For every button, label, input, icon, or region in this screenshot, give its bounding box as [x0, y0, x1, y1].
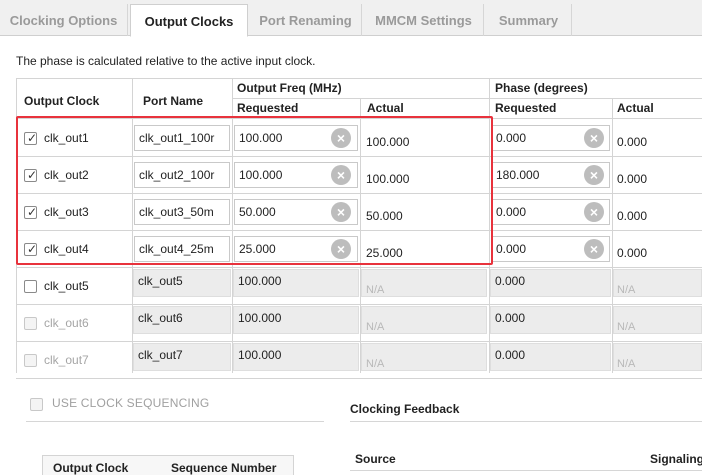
tab-port-renaming[interactable]: Port Renaming	[250, 4, 362, 36]
output-clock-checkbox[interactable]	[24, 354, 37, 367]
check-icon: ✓	[27, 205, 38, 219]
check-icon: ✓	[27, 131, 38, 145]
grid-line	[16, 156, 702, 157]
freq-actual-value: N/A	[366, 358, 385, 370]
output-clock-label: clk_out1	[44, 131, 89, 145]
grid-line	[16, 341, 702, 342]
output-clock-checkbox[interactable]: ✓	[24, 168, 38, 182]
phase-actual-value: 0.000	[617, 172, 648, 186]
feedback-header-line	[350, 470, 702, 471]
grid-line	[16, 118, 702, 119]
seq-header-sequence-number: Sequence Number	[171, 461, 277, 475]
clear-icon[interactable]: ×	[584, 239, 604, 259]
port-name-input[interactable]: clk_out2_100r	[134, 162, 230, 188]
clock-sequencing-label: USE CLOCK SEQUENCING	[52, 396, 210, 410]
header-port-name: Port Name	[143, 94, 204, 108]
grid-line	[16, 78, 702, 79]
clear-icon[interactable]: ×	[331, 165, 351, 185]
header-phase: Phase (degrees)	[495, 81, 588, 95]
header-output-clock: Output Clock	[24, 94, 100, 108]
feedback-source-label: Source	[355, 452, 396, 466]
phase-requested-label: 0.000	[495, 311, 526, 325]
header-phase-requested: Requested	[495, 101, 557, 115]
port-name-label: clk_out5	[138, 274, 183, 288]
freq-requested-label: 100.000	[238, 311, 282, 325]
phase-actual-value: N/A	[617, 284, 636, 296]
check-icon: ✓	[27, 168, 38, 182]
sequencing-separator	[26, 421, 324, 422]
output-clock-label: clk_out7	[44, 353, 89, 367]
output-clock-checkbox[interactable]: ✓	[24, 131, 38, 145]
tab-clocking-options[interactable]: Clocking Options	[0, 4, 128, 36]
output-clock-label: clk_out4	[44, 242, 89, 256]
grid-line	[16, 378, 702, 379]
seq-header-output-clock: Output Clock	[53, 461, 129, 475]
grid-line	[16, 78, 17, 373]
phase-actual-value: 0.000	[617, 135, 648, 149]
tab-mmcm-settings[interactable]: MMCM Settings	[364, 4, 484, 36]
check-icon: ✓	[27, 242, 38, 256]
phase-actual-value: 0.000	[617, 246, 648, 260]
clear-icon[interactable]: ×	[584, 202, 604, 222]
freq-actual-value: N/A	[366, 321, 385, 333]
tab-bar: Clocking Options Output Clocks Port Rena…	[0, 0, 702, 37]
header-phase-actual: Actual	[617, 101, 654, 115]
tab-output-clocks[interactable]: Output Clocks	[130, 4, 248, 37]
clock-sequencing-checkbox[interactable]	[30, 398, 43, 411]
phase-requested-label: 0.000	[495, 348, 526, 362]
clear-icon[interactable]: ×	[331, 128, 351, 148]
freq-requested-label: 100.000	[238, 274, 282, 288]
freq-actual-value: 25.000	[366, 246, 403, 260]
output-clock-checkbox[interactable]	[24, 317, 37, 330]
output-clock-checkbox[interactable]	[24, 280, 37, 293]
clear-icon[interactable]: ×	[331, 239, 351, 259]
clocking-feedback-title: Clocking Feedback	[350, 402, 460, 416]
port-name-input[interactable]: clk_out1_100r	[134, 125, 230, 151]
freq-actual-value: 50.000	[366, 209, 403, 223]
phase-actual-value: N/A	[617, 321, 636, 333]
grid-line	[16, 304, 702, 305]
grid-line	[16, 230, 702, 231]
port-name-label: clk_out6	[138, 311, 183, 325]
clear-icon[interactable]: ×	[584, 128, 604, 148]
port-name-input[interactable]: clk_out4_25m	[134, 236, 230, 262]
grid-line	[232, 98, 702, 99]
phase-info-text: The phase is calculated relative to the …	[16, 54, 316, 68]
sequence-table-header: Output Clock Sequence Number	[42, 455, 294, 475]
output-clock-checkbox[interactable]: ✓	[24, 205, 38, 219]
freq-actual-value: 100.000	[366, 135, 410, 149]
feedback-separator	[350, 421, 702, 422]
port-name-input[interactable]: clk_out3_50m	[134, 199, 230, 225]
phase-requested-label: 0.000	[495, 274, 526, 288]
freq-actual-value: 100.000	[366, 172, 410, 186]
header-output-freq: Output Freq (MHz)	[237, 81, 342, 95]
feedback-signaling-label: Signaling	[650, 452, 702, 466]
output-clock-label: clk_out5	[44, 279, 89, 293]
port-name-label: clk_out7	[138, 348, 183, 362]
phase-actual-value: N/A	[617, 358, 636, 370]
phase-actual-value: 0.000	[617, 209, 648, 223]
output-clock-label: clk_out2	[44, 168, 89, 182]
clear-icon[interactable]: ×	[584, 165, 604, 185]
clear-icon[interactable]: ×	[331, 202, 351, 222]
output-clock-checkbox[interactable]: ✓	[24, 242, 38, 256]
freq-actual-value: N/A	[366, 284, 385, 296]
freq-requested-label: 100.000	[238, 348, 282, 362]
header-freq-requested: Requested	[237, 101, 299, 115]
header-freq-actual: Actual	[367, 101, 404, 115]
output-clock-label: clk_out3	[44, 205, 89, 219]
tab-summary[interactable]: Summary	[486, 4, 572, 36]
grid-line	[16, 267, 702, 268]
grid-line	[16, 193, 702, 194]
output-clock-label: clk_out6	[44, 316, 89, 330]
